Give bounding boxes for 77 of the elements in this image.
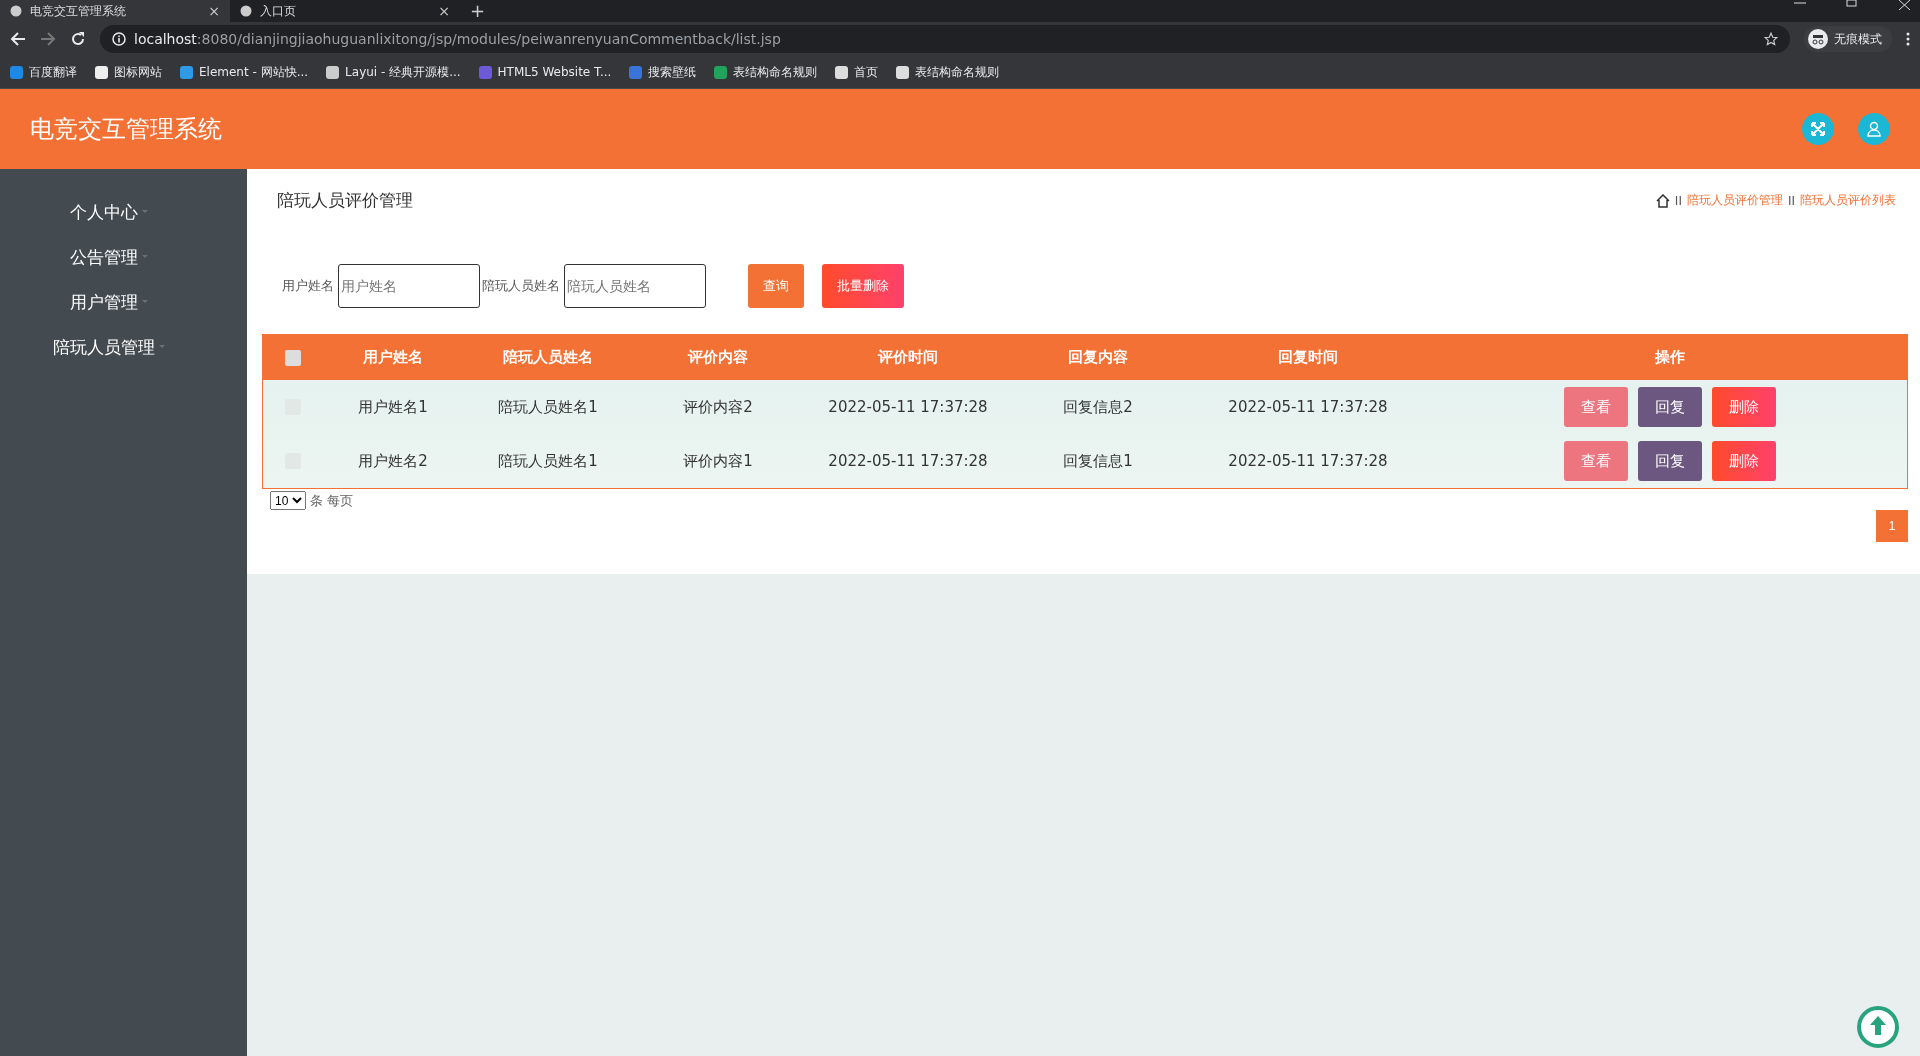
bookmark-icon — [629, 65, 643, 79]
bookmark-icon — [10, 65, 23, 79]
column-header: 用户姓名 — [362, 348, 424, 367]
select-all-checkbox[interactable] — [285, 349, 301, 366]
column-header: 评价时间 — [876, 348, 939, 367]
info-icon — [112, 32, 126, 46]
user-button[interactable] — [1858, 113, 1890, 145]
star-icon[interactable] — [1764, 32, 1778, 46]
address-bar[interactable]: localhost:8080/dianjingjiaohuguanlixitong/jsp/modules/peiwanrenyuanCommentback/list.jsp — [100, 25, 1790, 53]
back-to-top-icon[interactable] — [1856, 1005, 1900, 1049]
table-cell-text: 评价内容2 — [682, 397, 754, 417]
menu-icon[interactable] — [1906, 32, 1910, 46]
sidebar-item[interactable]: 个人中心 — [69, 201, 148, 224]
search-field[interactable]: 陪玩人员姓名 — [564, 264, 706, 308]
expand-icon — [1810, 121, 1826, 137]
table-cell-text: 2022-05-11 17:37:28 — [827, 452, 989, 470]
bookmark[interactable]: 百度翻译 — [10, 63, 77, 81]
bookmark-icon — [95, 65, 108, 79]
bookmark-icon — [896, 65, 910, 79]
bookmark-icon — [714, 65, 728, 79]
sidebar-item[interactable]: 用户管理 — [69, 291, 148, 314]
bookmark-icon — [478, 65, 492, 79]
bookmark[interactable]: 首页 — [835, 63, 879, 81]
page-title: 陪玩人员评价管理 — [277, 189, 413, 212]
home-icon[interactable] — [1655, 193, 1670, 208]
table-cell-text: 2022-05-11 17:37:28 — [1227, 452, 1389, 470]
column-header: 操作 — [1654, 348, 1686, 367]
reload-icon[interactable] — [70, 31, 86, 47]
bookmark[interactable]: 搜索壁纸 — [629, 63, 697, 81]
table-cell-text: 陪玩人员姓名1 — [497, 397, 599, 417]
restore-icon[interactable] — [1846, 0, 1858, 10]
table-cell-text: 回复信息2 — [1062, 397, 1134, 417]
table-cell-text: 陪玩人员姓名1 — [497, 451, 599, 471]
column-header: 回复内容 — [1067, 348, 1129, 367]
reply-button[interactable]: 回复 — [1638, 441, 1702, 481]
page-size-select[interactable]: 10 — [270, 491, 306, 510]
bookmark[interactable]: 表结构命名规则 — [714, 63, 818, 81]
forward-icon[interactable] — [40, 31, 56, 47]
back-icon[interactable] — [10, 31, 26, 47]
new-tab-button[interactable]: + — [470, 3, 486, 19]
bookmark-icon — [180, 65, 193, 79]
browser-tab[interactable]: 入口页 × — [230, 0, 460, 22]
column-header: 回复时间 — [1277, 348, 1339, 367]
search-field[interactable]: 用户姓名 — [338, 264, 480, 308]
table-cell-text: 2022-05-11 17:37:28 — [827, 398, 989, 416]
fullscreen-button[interactable] — [1802, 113, 1834, 145]
bookmark-icon — [326, 65, 340, 79]
breadcrumb-separator: II — [1674, 193, 1682, 208]
sidebar-item[interactable]: 陪玩人员管理 — [52, 336, 165, 359]
table-cell-text: 2022-05-11 17:37:28 — [1227, 398, 1389, 416]
reply-button[interactable]: 回复 — [1638, 387, 1702, 427]
table-cell-text: 用户姓名1 — [357, 397, 429, 417]
bookmark[interactable]: 图标网站 — [95, 63, 162, 81]
field-label: 陪玩人员姓名 — [482, 277, 560, 295]
bookmark[interactable]: Element - 网站快... — [180, 63, 309, 81]
url-text: localhost:8080/dianjingjiaohuguanlixitong/jsp/modules/peiwanrenyuanCommentback/list.jsp — [134, 31, 781, 47]
page-size-label: 条 每页 — [310, 491, 354, 510]
column-header: 评价内容 — [686, 348, 749, 367]
column-header: 陪玩人员姓名 — [502, 348, 594, 367]
app-title: 电竞交互管理系统 — [30, 114, 222, 145]
table-cell-text: 回复信息1 — [1062, 451, 1134, 471]
field-label: 用户姓名 — [282, 277, 334, 295]
sidebar-item[interactable]: 公告管理 — [69, 246, 148, 269]
user-icon — [1866, 121, 1882, 137]
bookmark[interactable]: HTML5 Website T... — [478, 65, 612, 79]
bookmark[interactable]: Layui - 经典开源模... — [326, 63, 461, 81]
bookmark[interactable]: 表结构命名规则 — [896, 63, 1000, 81]
tab-close-button[interactable]: × — [208, 3, 220, 19]
tab-close-button[interactable]: × — [438, 3, 450, 19]
browser-tab[interactable]: 电竞交互管理系统 × — [0, 0, 230, 22]
incognito-badge[interactable]: 无痕模式 — [1804, 26, 1892, 52]
incognito-icon — [1808, 29, 1828, 49]
table-cell-text: 用户姓名2 — [357, 451, 429, 471]
close-icon[interactable] — [1898, 0, 1910, 10]
bookmark-icon — [835, 65, 849, 79]
breadcrumb-separator: II — [1787, 193, 1795, 208]
table-cell-text: 评价内容1 — [682, 451, 754, 471]
